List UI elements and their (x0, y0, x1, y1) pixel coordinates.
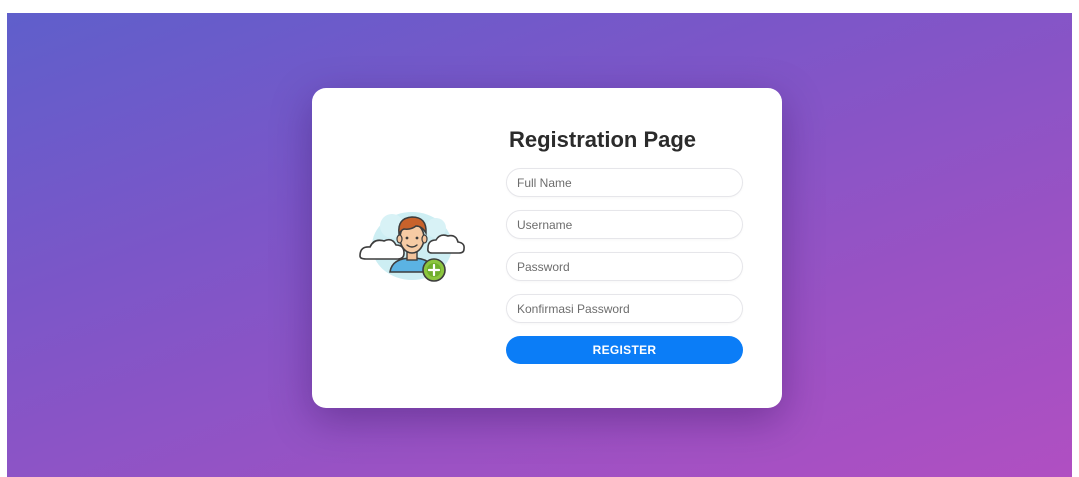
register-button[interactable]: REGISTER (506, 336, 743, 364)
confirm-password-input[interactable] (506, 294, 743, 323)
page-title: Registration Page (509, 127, 697, 152)
full-name-input[interactable] (506, 168, 743, 197)
registration-form: Registration Page REGISTER (506, 124, 746, 364)
page-background: Registration Page REGISTER (7, 13, 1072, 477)
password-input[interactable] (506, 252, 743, 281)
registration-card: Registration Page REGISTER (312, 88, 782, 408)
add-user-illustration (359, 212, 465, 282)
add-user-icon (356, 200, 468, 290)
username-input[interactable] (506, 210, 743, 239)
